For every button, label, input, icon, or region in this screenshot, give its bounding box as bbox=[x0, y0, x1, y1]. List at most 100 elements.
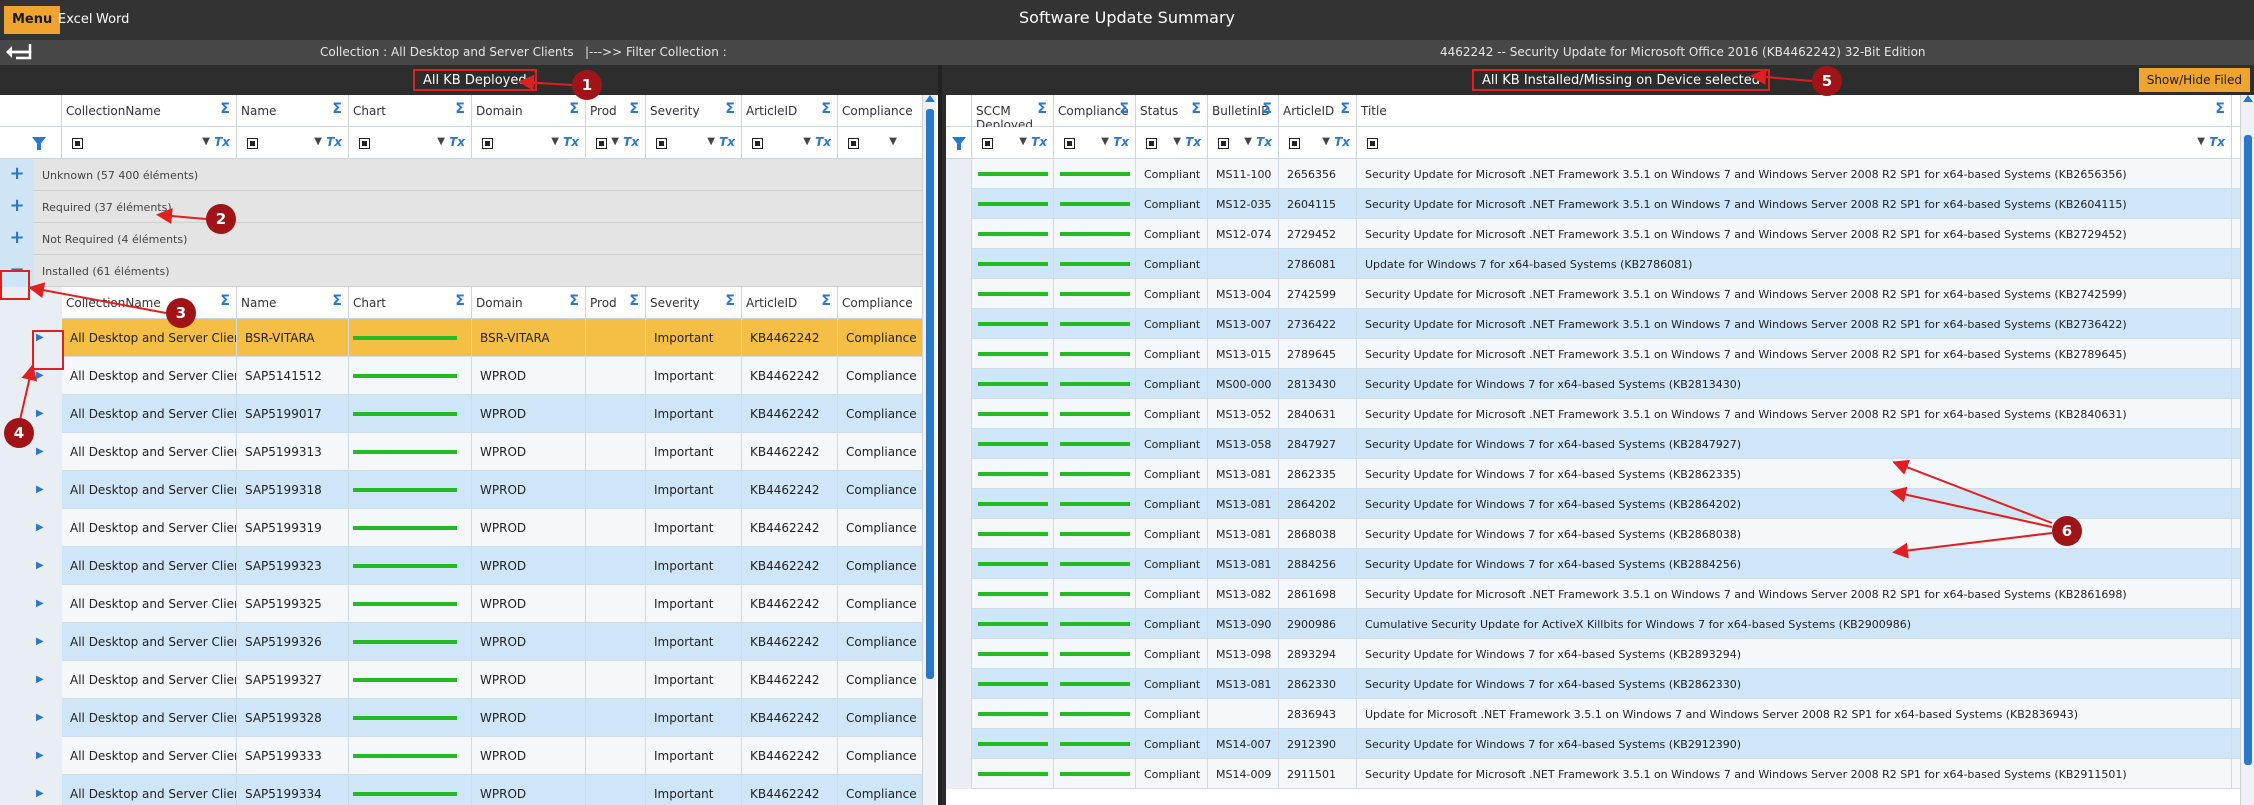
sigma-icon[interactable]: Σ bbox=[629, 101, 639, 117]
column-header-articleid[interactable]: ArticleID Σ bbox=[742, 95, 838, 127]
scrollbar-thumb[interactable] bbox=[926, 109, 934, 679]
filter-cell[interactable]: ▼ Tx bbox=[586, 127, 646, 159]
table-row[interactable]: ▶ All Desktop and Server Clients SAP514151… bbox=[0, 357, 924, 395]
filter-cell[interactable]: ▼ Tx bbox=[742, 127, 838, 159]
sigma-icon[interactable]: Σ bbox=[1262, 101, 1272, 117]
dropdown-icon[interactable]: ▼ bbox=[889, 136, 897, 147]
column-header-name[interactable]: Name Σ bbox=[237, 287, 349, 319]
column-header-title[interactable]: Title Σ bbox=[1357, 95, 2232, 127]
filter-cell[interactable]: ▼ Tx bbox=[646, 127, 742, 159]
table-row[interactable]: Compliant MS13-081 2868038 Security Update … bbox=[946, 519, 2240, 549]
table-row[interactable]: Compliant MS13-007 2736422 Security Update … bbox=[946, 309, 2240, 339]
column-header-severity[interactable]: Severity Σ bbox=[646, 95, 742, 127]
table-row[interactable]: Compliant MS13-082 2861698 Security Update … bbox=[946, 579, 2240, 609]
column-header-chart[interactable]: Chart Σ bbox=[349, 95, 472, 127]
column-header-status[interactable]: Status Σ bbox=[1136, 95, 1208, 127]
sigma-icon[interactable]: Σ bbox=[220, 101, 230, 117]
sigma-icon[interactable]: Σ bbox=[1119, 101, 1129, 117]
column-header-compliance[interactable]: Compliance bbox=[838, 95, 924, 127]
sigma-icon[interactable]: Σ bbox=[569, 101, 579, 117]
row-expand-icon[interactable]: ▶ bbox=[0, 775, 62, 805]
clear-filter-icon[interactable]: Tx bbox=[214, 135, 230, 149]
sigma-icon[interactable]: Σ bbox=[455, 101, 465, 117]
sigma-icon[interactable]: Σ bbox=[1340, 101, 1350, 117]
row-expand-icon[interactable]: ▶ bbox=[0, 585, 62, 623]
filter-cell[interactable]: ▼ Tx bbox=[1357, 127, 2232, 159]
dropdown-icon[interactable]: ▼ bbox=[437, 136, 445, 147]
filter-operator-icon[interactable] bbox=[247, 138, 258, 149]
filter-operator-icon[interactable] bbox=[482, 138, 493, 149]
table-row[interactable]: ▶ All Desktop and Server Clients SAP519932… bbox=[0, 623, 924, 661]
table-row[interactable]: Compliant MS14-007 2912390 Security Update … bbox=[946, 729, 2240, 759]
table-row[interactable]: Compliant 2786081 Update for Windows 7 for… bbox=[946, 249, 2240, 279]
filter-cell[interactable]: ▼ Tx bbox=[62, 127, 237, 159]
sigma-icon[interactable]: Σ bbox=[332, 293, 342, 309]
filter-operator-icon[interactable] bbox=[359, 138, 370, 149]
dropdown-icon[interactable]: ▼ bbox=[803, 136, 811, 147]
row-expand-icon[interactable]: ▶ bbox=[0, 623, 62, 661]
table-row[interactable]: Compliant MS12-074 2729452 Security Update … bbox=[946, 219, 2240, 249]
table-row[interactable]: Compliant MS13-004 2742599 Security Update … bbox=[946, 279, 2240, 309]
column-header-domain[interactable]: Domain Σ bbox=[472, 95, 586, 127]
column-header-prod[interactable]: Prod Σ bbox=[586, 95, 646, 127]
scroll-up-icon[interactable] bbox=[925, 95, 935, 102]
sigma-icon[interactable]: Σ bbox=[725, 293, 735, 309]
column-header-compliance[interactable]: Compliance bbox=[838, 287, 924, 319]
clear-filter-icon[interactable]: Tx bbox=[2209, 135, 2225, 149]
dropdown-icon[interactable]: ▼ bbox=[2197, 136, 2205, 147]
filter-operator-icon[interactable] bbox=[1146, 138, 1157, 149]
table-row[interactable]: ▶ All Desktop and Server Clients BSR-VITAR… bbox=[0, 319, 924, 357]
clear-filter-icon[interactable]: Tx bbox=[1334, 135, 1350, 149]
table-row[interactable]: Compliant MS13-081 2884256 Security Update … bbox=[946, 549, 2240, 579]
clear-filter-icon[interactable]: Tx bbox=[623, 135, 639, 149]
table-row[interactable]: ▶ All Desktop and Server Clients SAP519932… bbox=[0, 547, 924, 585]
filter-cell[interactable]: ▼ Tx bbox=[349, 127, 472, 159]
dropdown-icon[interactable]: ▼ bbox=[1244, 136, 1252, 147]
expand-plus-icon[interactable]: + bbox=[0, 159, 34, 191]
filter-operator-icon[interactable] bbox=[1289, 138, 1300, 149]
sigma-icon[interactable]: Σ bbox=[629, 293, 639, 309]
clear-filter-icon[interactable]: Tx bbox=[563, 135, 579, 149]
sigma-icon[interactable]: Σ bbox=[725, 101, 735, 117]
table-row[interactable]: ▶ All Desktop and Server Clients SAP519931… bbox=[0, 509, 924, 547]
table-row[interactable]: Compliant MS13-052 2840631 Security Update … bbox=[946, 399, 2240, 429]
filter-operator-icon[interactable] bbox=[596, 138, 607, 149]
vertical-scrollbar[interactable] bbox=[2240, 95, 2254, 805]
column-header-domain[interactable]: Domain Σ bbox=[472, 287, 586, 319]
column-header-collectionname[interactable]: CollectionName Σ bbox=[62, 287, 237, 319]
sigma-icon[interactable]: Σ bbox=[332, 101, 342, 117]
table-row[interactable]: Compliant MS13-098 2893294 Security Update … bbox=[946, 639, 2240, 669]
pane-splitter[interactable] bbox=[938, 65, 942, 805]
table-row[interactable]: Compliant MS13-090 2900986 Cumulative Secur… bbox=[946, 609, 2240, 639]
filter-operator-icon[interactable] bbox=[72, 138, 83, 149]
sigma-icon[interactable]: Σ bbox=[220, 293, 230, 309]
filter-operator-icon[interactable] bbox=[982, 138, 993, 149]
sigma-icon[interactable]: Σ bbox=[1191, 101, 1201, 117]
column-header-compliance[interactable]: Compliance Σ bbox=[1054, 95, 1136, 127]
filter-cell[interactable]: ▼ Tx bbox=[1054, 127, 1136, 159]
filter-cell[interactable]: ▼ bbox=[838, 127, 924, 159]
dropdown-icon[interactable]: ▼ bbox=[1322, 136, 1330, 147]
filter-operator-icon[interactable] bbox=[1367, 138, 1378, 149]
group-row[interactable]: + Unknown (57 400 éléments) bbox=[0, 159, 924, 191]
vertical-scrollbar[interactable] bbox=[922, 95, 936, 805]
expand-plus-icon[interactable]: + bbox=[0, 191, 34, 223]
table-row[interactable]: Compliant MS14-009 2911501 Security Update … bbox=[946, 759, 2240, 789]
table-row[interactable]: Compliant MS00-000 2813430 Security Update … bbox=[946, 369, 2240, 399]
filter-cell[interactable]: ▼ Tx bbox=[972, 127, 1054, 159]
sigma-icon[interactable]: Σ bbox=[569, 293, 579, 309]
row-expand-icon[interactable]: ▶ bbox=[0, 547, 62, 585]
expand-plus-icon[interactable]: + bbox=[0, 223, 34, 255]
sigma-icon[interactable]: Σ bbox=[455, 293, 465, 309]
column-header-chart[interactable]: Chart Σ bbox=[349, 287, 472, 319]
dropdown-icon[interactable]: ▼ bbox=[551, 136, 559, 147]
table-row[interactable]: Compliant MS13-081 2862335 Security Update … bbox=[946, 459, 2240, 489]
group-row[interactable]: − Installed (61 éléments) bbox=[0, 255, 924, 287]
sigma-icon[interactable]: Σ bbox=[821, 293, 831, 309]
dropdown-icon[interactable]: ▼ bbox=[1101, 136, 1109, 147]
filter-operator-icon[interactable] bbox=[1064, 138, 1075, 149]
dropdown-icon[interactable]: ▼ bbox=[1173, 136, 1181, 147]
clear-filter-icon[interactable]: Tx bbox=[815, 135, 831, 149]
dropdown-icon[interactable]: ▼ bbox=[1019, 136, 1027, 147]
dropdown-icon[interactable]: ▼ bbox=[314, 136, 322, 147]
